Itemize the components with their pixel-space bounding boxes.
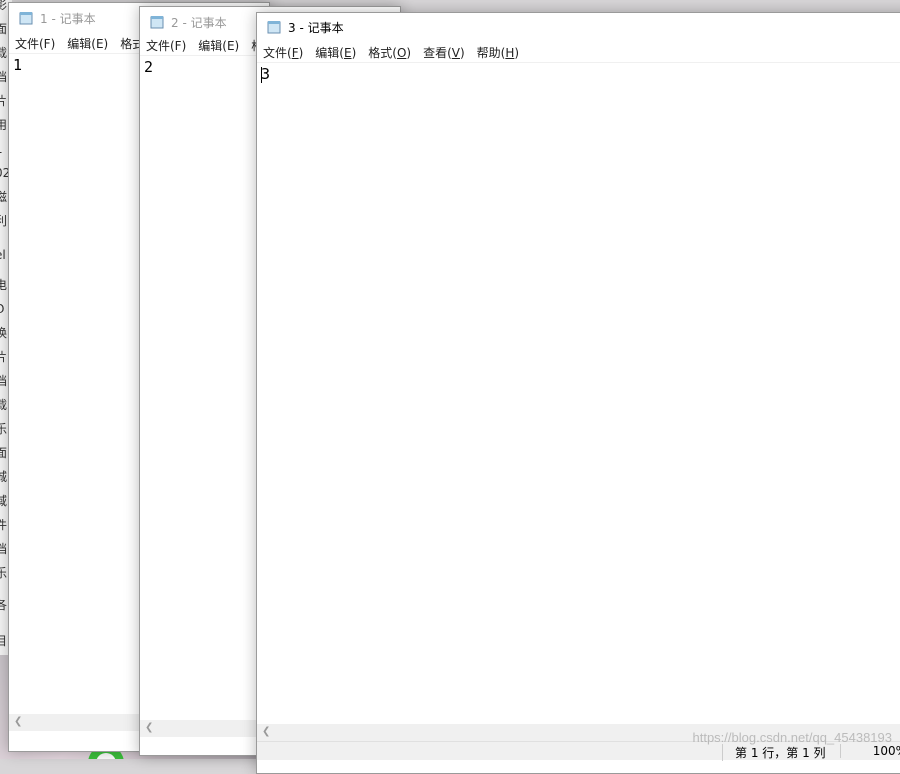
menu-file[interactable]: 文件(F) <box>140 37 192 54</box>
menu-edit[interactable]: 编辑(E) <box>309 44 362 61</box>
editor-content: 1 <box>13 56 23 74</box>
menu-file[interactable]: 文件(F) <box>257 44 309 61</box>
scroll-left-icon[interactable]: ❮ <box>145 722 153 733</box>
menu-format[interactable]: 格式(O) <box>362 44 417 61</box>
title-bar[interactable]: 3 - 记事本 <box>257 13 900 41</box>
menu-edit[interactable]: 编辑(E) <box>192 37 245 54</box>
editor-content: 3 <box>261 65 271 83</box>
scroll-left-icon[interactable]: ❮ <box>262 726 270 737</box>
notepad-window-3[interactable]: 3 - 记事本 文件(F) 编辑(E) 格式(O) 查看(V) 帮助(H) 3 … <box>256 12 900 774</box>
text-editor[interactable]: 3 <box>257 62 900 725</box>
notepad-icon <box>19 11 33 25</box>
menu-file[interactable]: 文件(F) <box>9 35 61 52</box>
menu-bar: 文件(F) 编辑(E) 格式(O) 查看(V) 帮助(H) <box>257 42 900 62</box>
window-title: 1 - 记事本 <box>40 11 96 26</box>
window-title: 2 - 记事本 <box>171 15 227 30</box>
editor-content: 2 <box>144 58 154 76</box>
window-title: 3 - 记事本 <box>288 20 344 35</box>
notepad-icon <box>150 15 164 29</box>
zoom-level: 100% <box>839 744 900 758</box>
cursor-position: 第 1 行，第 1 列 <box>722 744 826 761</box>
watermark: https://blog.csdn.net/qq_45438193 <box>692 730 893 745</box>
scroll-left-icon[interactable]: ❮ <box>14 716 22 727</box>
menu-view[interactable]: 查看(V) <box>417 44 471 61</box>
menu-help[interactable]: 帮助(H) <box>471 44 525 61</box>
notepad-icon <box>267 20 281 34</box>
menu-edit[interactable]: 编辑(E) <box>61 35 114 52</box>
